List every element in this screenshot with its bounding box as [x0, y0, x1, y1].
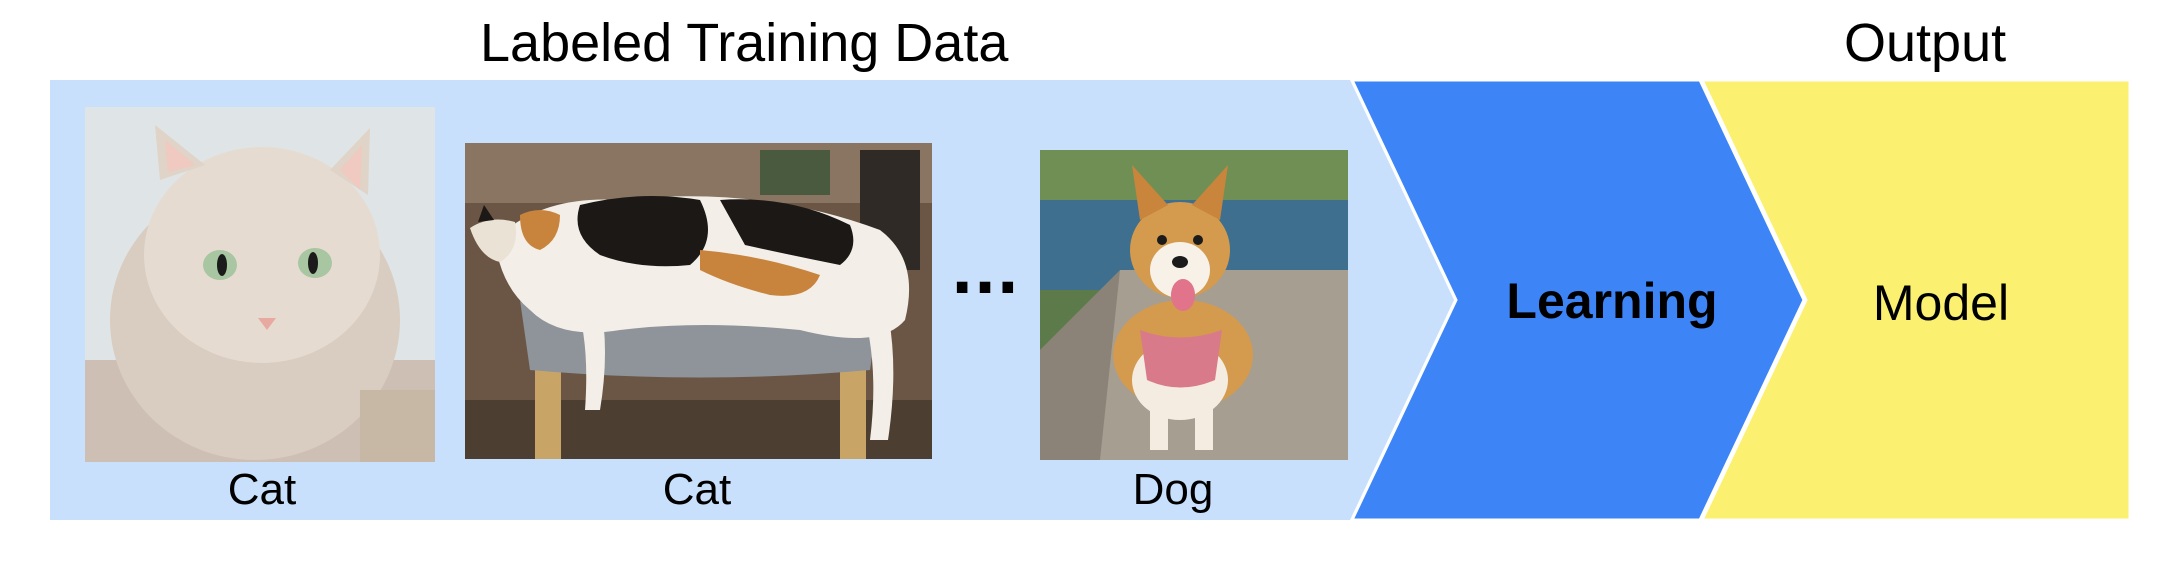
ellipsis: ··· — [951, 253, 1019, 323]
example-label-1: Cat — [228, 465, 296, 514]
example-label-2: Cat — [663, 465, 731, 514]
example-label-3: Dog — [1133, 465, 1214, 514]
cat-portrait-photo — [85, 107, 435, 462]
corgi-dog-photo — [1040, 150, 1348, 460]
calico-cat-on-stool-photo — [465, 143, 932, 459]
model-label: Model — [1873, 275, 2009, 331]
learning-label: Learning — [1506, 273, 1717, 329]
pipeline-diagram: ··· Cat Cat Dog Learning Model — [50, 78, 2132, 522]
